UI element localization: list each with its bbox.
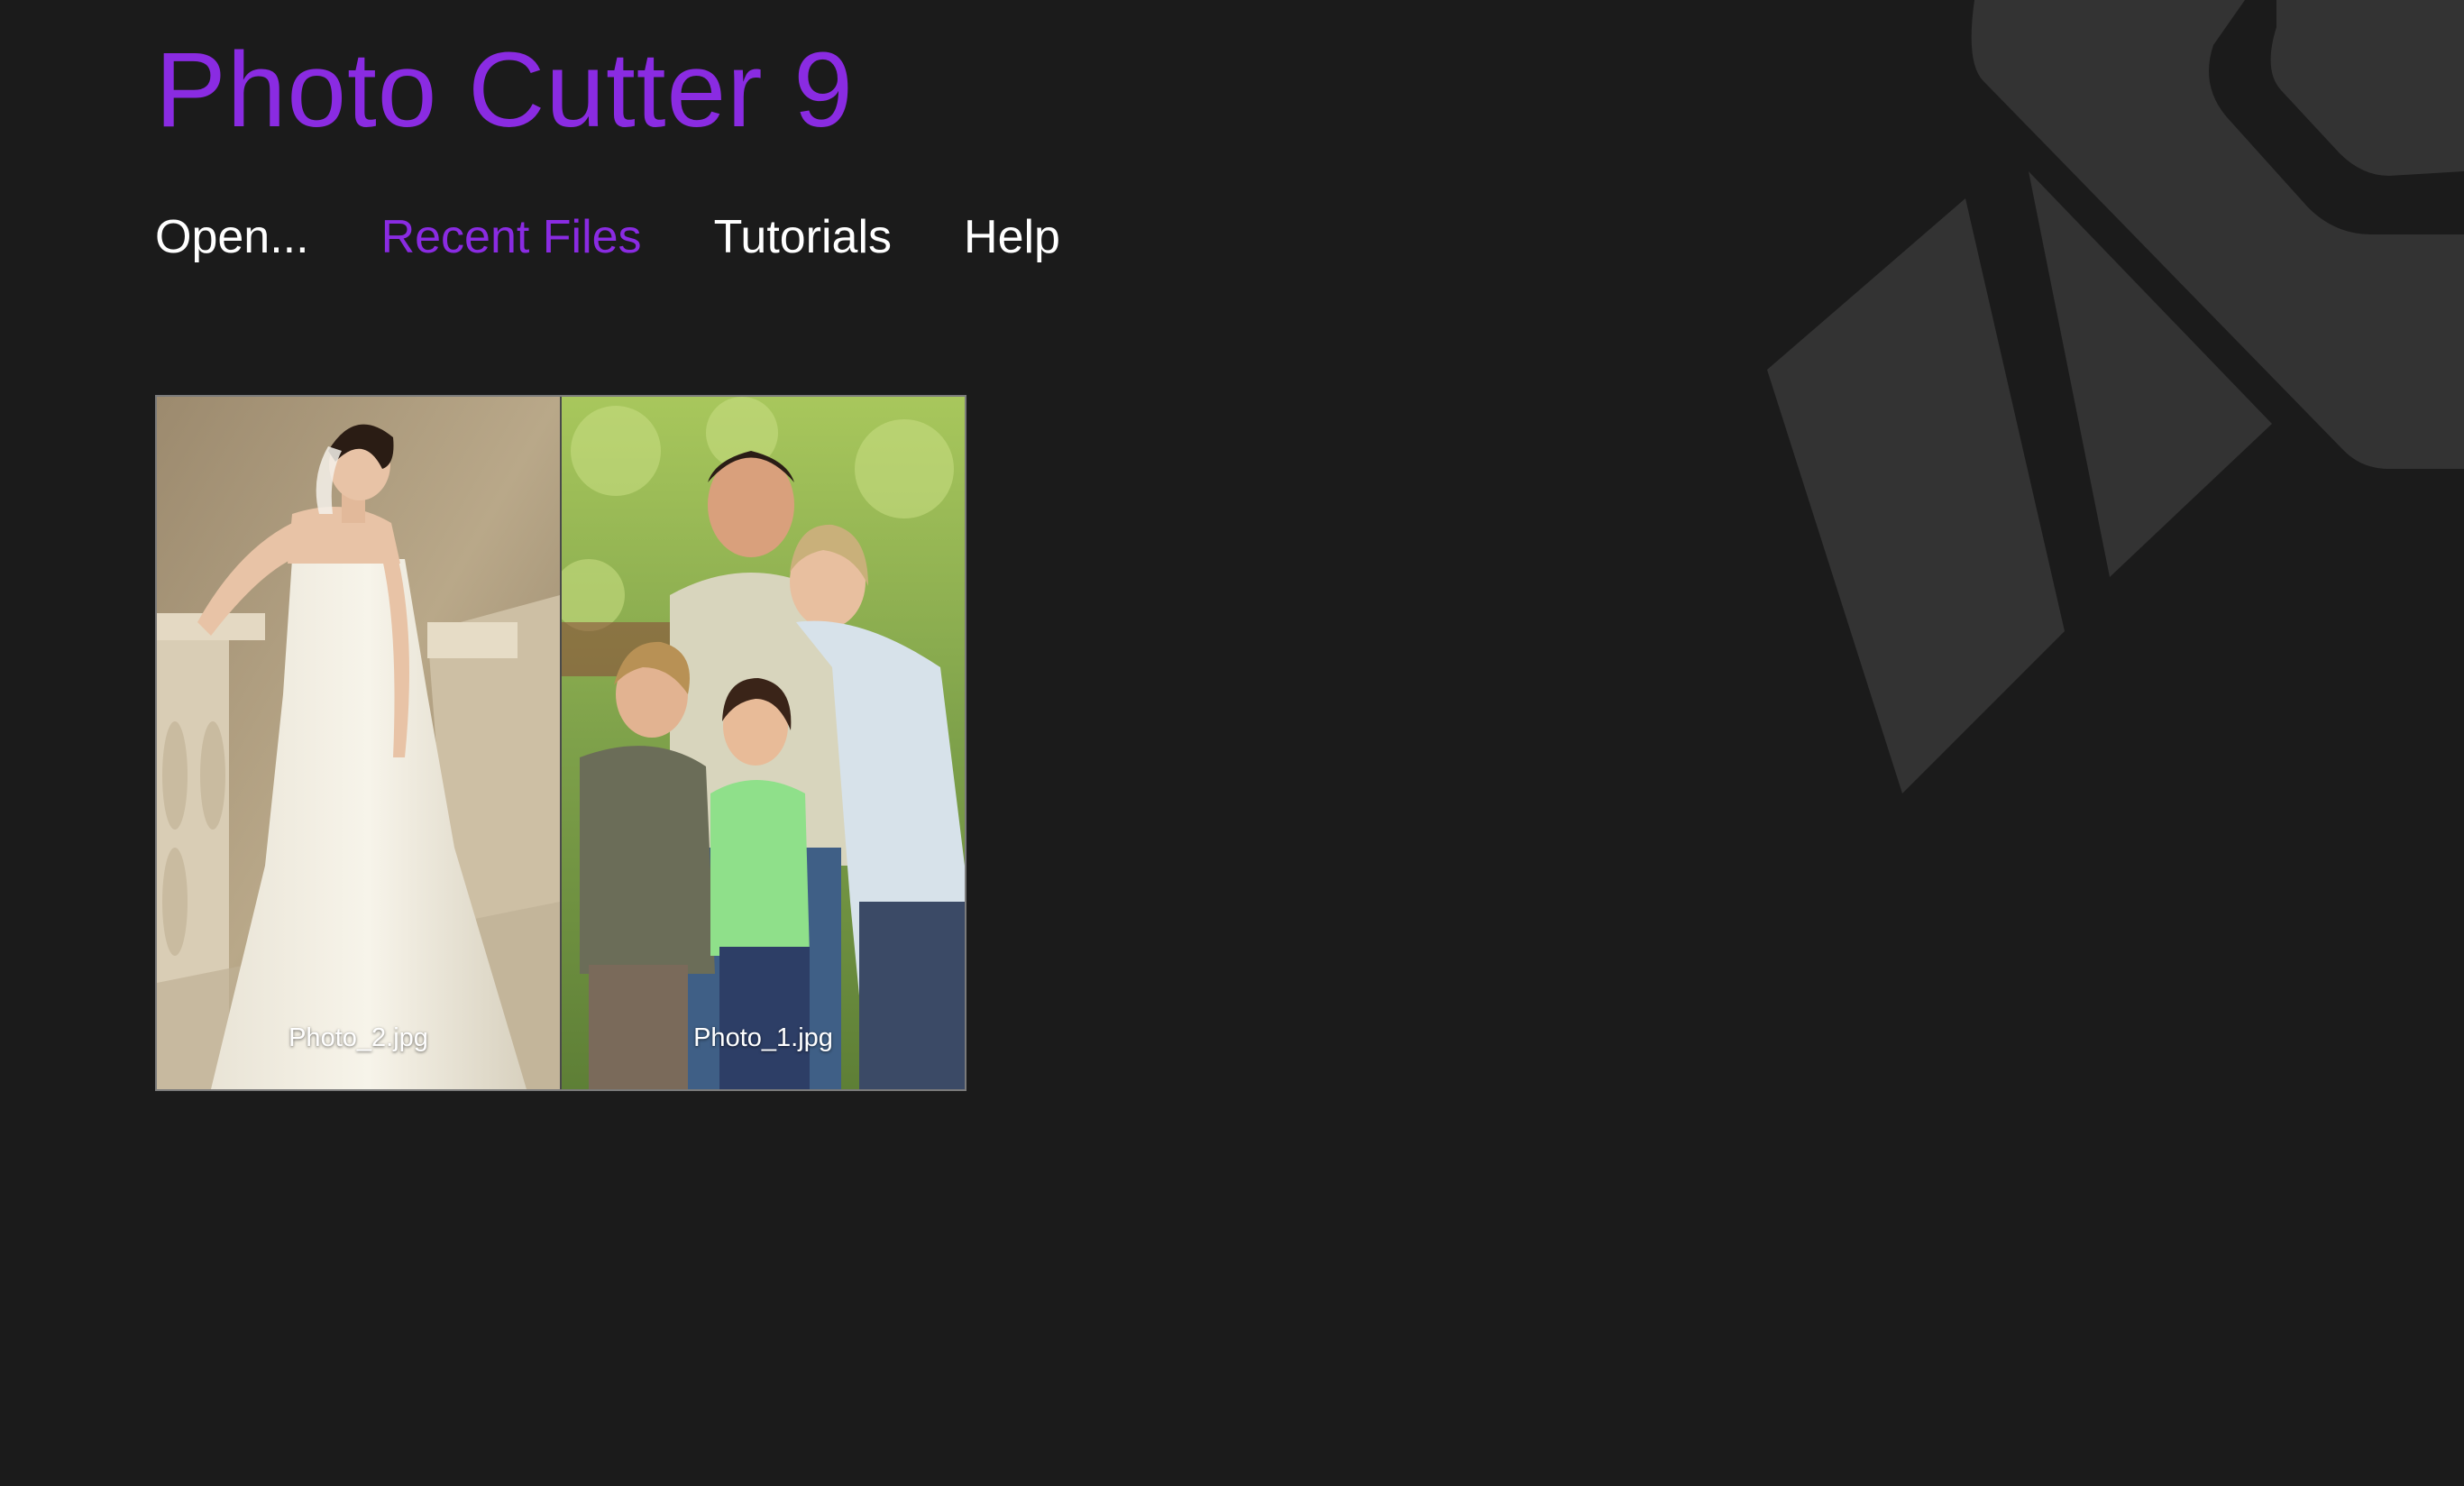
file-name-label: Photo_1.jpg (693, 1023, 833, 1052)
main-nav: Open... Recent Files Tutorials Help (155, 209, 1060, 265)
bride-in-white-dress-icon (157, 397, 560, 1089)
nav-help[interactable]: Help (964, 209, 1060, 265)
app-window: Photo Cutter 9 Open... Recent Files Tuto… (0, 0, 2464, 1486)
nav-tutorials[interactable]: Tutorials (714, 209, 892, 265)
logo-watermark-icon (1767, 0, 2464, 793)
nav-open[interactable]: Open... (155, 209, 309, 265)
smiling-family-outdoors-icon (562, 397, 965, 1089)
recent-files-grid: Photo_2.jpg Photo_1.jpg (155, 395, 966, 1091)
recent-file-tile[interactable]: Photo_1.jpg (560, 397, 965, 1089)
file-name-label: Photo_2.jpg (289, 1023, 428, 1052)
app-title: Photo Cutter 9 (155, 31, 854, 150)
nav-recent-files[interactable]: Recent Files (381, 209, 642, 265)
recent-file-tile[interactable]: Photo_2.jpg (157, 397, 560, 1089)
